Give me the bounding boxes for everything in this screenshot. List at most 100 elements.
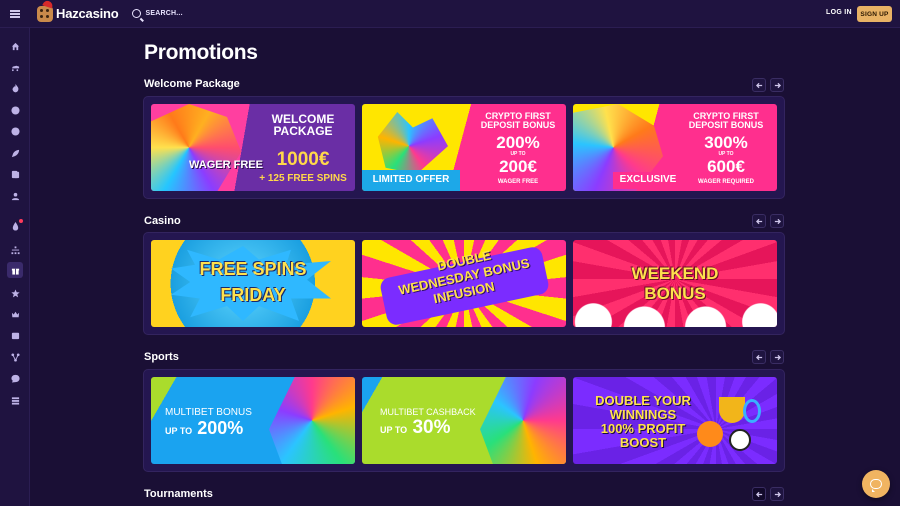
card-text-small: UP TO	[165, 426, 193, 436]
card-text: BOOST	[619, 435, 667, 450]
prev-arrow-button[interactable]	[752, 214, 766, 228]
card-text: WINNINGS	[609, 407, 677, 422]
cards-icon[interactable]	[7, 166, 23, 182]
search-icon	[131, 9, 141, 18]
arrow-left-icon	[755, 218, 762, 224]
promo-card-crypto-200[interactable]: LIMITED OFFER CRYPTO FIRST DEPOSIT BONUS…	[362, 104, 566, 191]
card-text: 1000€	[276, 149, 330, 170]
card-text-small: UP TO	[380, 425, 408, 435]
user-icon[interactable]	[7, 188, 23, 204]
animal-illustration	[480, 377, 566, 464]
card-text: WEEKEND	[631, 264, 719, 283]
arrow-right-icon	[774, 218, 781, 224]
login-button[interactable]: LOG IN	[826, 9, 852, 16]
search-label: SEARCH...	[145, 10, 183, 17]
live-chat-button[interactable]	[862, 470, 890, 498]
card-text: 600€	[707, 157, 745, 176]
card-text: WAGER REQUIRED	[697, 179, 754, 185]
section-title-tournaments: Tournaments	[144, 488, 213, 500]
prev-arrow-button[interactable]	[752, 350, 766, 364]
home-icon[interactable]	[7, 38, 23, 54]
arrow-right-icon	[774, 82, 781, 88]
arrow-right-icon	[774, 354, 781, 360]
animal-illustration	[269, 377, 355, 464]
wallet-icon[interactable]	[7, 327, 23, 343]
card-text: DOUBLE YOUR	[595, 393, 691, 408]
next-arrow-button[interactable]	[770, 78, 784, 92]
card-text-value: 30%	[412, 417, 451, 438]
basketball-icon[interactable]	[7, 123, 23, 139]
comic-burst	[171, 246, 331, 321]
arrow-right-icon	[774, 491, 781, 497]
promo-card-wednesday-bonus[interactable]: DOUBLE WEDNESDAY BONUS INFUSION	[362, 240, 566, 327]
flame-icon[interactable]	[7, 80, 23, 96]
arrow-left-icon	[755, 491, 762, 497]
promo-card-welcome-package[interactable]: WAGER FREE WELCOME PACKAGE 1000€ + 125 F…	[151, 104, 355, 191]
card-text: UP TO 200%	[165, 419, 243, 437]
affiliate-icon[interactable]	[7, 349, 23, 365]
card-text: CRYPTO FIRST DEPOSIT BONUS	[480, 111, 556, 130]
clouds-illustration	[573, 301, 777, 327]
soccer-ball-icon	[729, 429, 751, 451]
card-text: 200%	[496, 133, 540, 152]
sports-car-icon[interactable]	[7, 59, 23, 75]
promo-card-multibet-bonus[interactable]: MULTIBET BONUS UP TO 200%	[151, 377, 355, 464]
logo[interactable]: Hazcasino	[37, 0, 119, 22]
sitemap-icon[interactable]	[7, 242, 23, 258]
card-text: 100% PROFIT	[600, 421, 686, 436]
logo-text: Hazcasino	[56, 6, 119, 21]
promo-row-welcome: WAGER FREE WELCOME PACKAGE 1000€ + 125 F…	[143, 96, 785, 199]
card-text: WELCOME PACKAGE	[271, 112, 335, 138]
prev-arrow-button[interactable]	[752, 78, 766, 92]
page-title: Promotions	[144, 41, 258, 64]
star-icon[interactable]	[7, 285, 23, 301]
card-text: MULTIBET BONUS	[165, 407, 252, 418]
gift-icon[interactable]	[7, 262, 23, 278]
prev-arrow-button[interactable]	[752, 487, 766, 501]
promo-card-profit-boost[interactable]: DOUBLE YOUR WINNINGS 100% PROFIT BOOST	[573, 377, 777, 464]
promo-card-weekend-bonus[interactable]: WEEKEND BONUS	[573, 240, 777, 327]
stack-icon[interactable]	[7, 392, 23, 408]
hamburger-icon	[10, 9, 20, 18]
card-text: 200€	[499, 157, 537, 176]
chat-bubble-icon	[870, 479, 882, 492]
trophy-icon	[719, 397, 745, 423]
card-text: MULTIBET CASHBACK	[380, 407, 476, 417]
sidebar	[0, 28, 30, 506]
next-arrow-button[interactable]	[770, 214, 784, 228]
top-bar: Hazcasino SEARCH...	[0, 0, 900, 28]
card-text: WAGER FREE	[497, 179, 539, 185]
section-title-welcome: Welcome Package	[144, 78, 240, 90]
card-text: + 125 FREE SPINS	[259, 173, 347, 184]
next-arrow-button[interactable]	[770, 487, 784, 501]
card-text: BONUS	[644, 284, 706, 303]
racket-icon	[743, 399, 761, 423]
rocket-icon[interactable]	[7, 145, 23, 161]
chat-icon[interactable]	[7, 370, 23, 386]
card-text: CRYPTO FIRST DEPOSIT BONUS	[688, 111, 764, 130]
search-button[interactable]: SEARCH...	[131, 9, 183, 18]
card-badge: LIMITED OFFER	[372, 174, 450, 185]
promo-row-sports: MULTIBET BONUS UP TO 200% MULTIBET CASHB…	[143, 369, 785, 472]
card-text: FREE SPINS	[199, 259, 307, 279]
arrow-left-icon	[755, 82, 762, 88]
card-badge: EXCLUSIVE	[619, 174, 677, 185]
promo-card-free-spins-friday[interactable]: FREE SPINS FRIDAY	[151, 240, 355, 327]
chip-icon[interactable]	[7, 102, 23, 118]
menu-button[interactable]	[0, 0, 30, 28]
promo-card-multibet-cashback[interactable]: MULTIBET CASHBACK UP TO 30%	[362, 377, 566, 464]
section-title-sports: Sports	[144, 351, 179, 363]
card-text: WAGER FREE	[189, 159, 263, 171]
card-text: UP TO 30%	[380, 418, 451, 437]
notification-dot	[19, 219, 23, 223]
promo-card-crypto-300[interactable]: EXCLUSIVE CRYPTO FIRST DEPOSIT BONUS 300…	[573, 104, 777, 191]
signup-button[interactable]: SIGN UP	[857, 6, 892, 22]
dice-logo-icon	[37, 0, 54, 22]
next-arrow-button[interactable]	[770, 350, 784, 364]
card-text-value: 200%	[197, 418, 244, 438]
arrow-left-icon	[755, 354, 762, 360]
promo-row-casino: FREE SPINS FRIDAY DOUBLE WEDNESDAY BONUS…	[143, 232, 785, 335]
crown-icon[interactable]	[7, 306, 23, 322]
section-title-casino: Casino	[144, 215, 181, 227]
wolf-illustration	[377, 112, 448, 174]
